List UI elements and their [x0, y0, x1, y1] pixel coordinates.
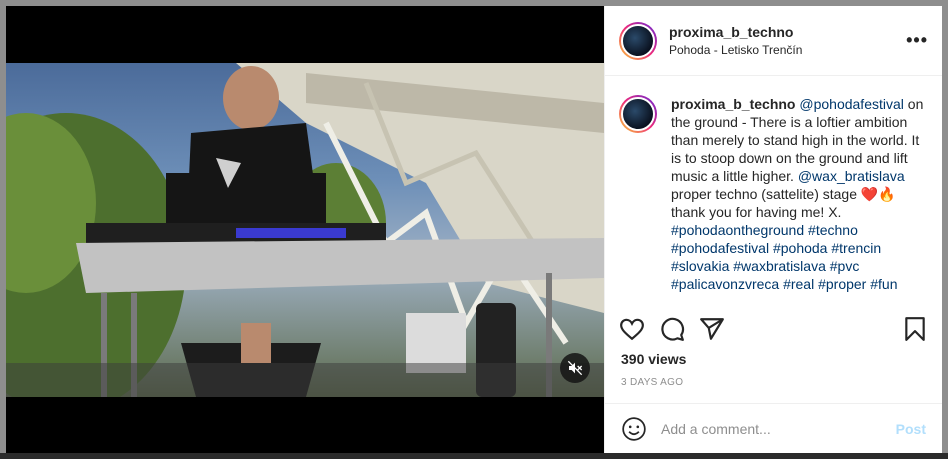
header-location[interactable]: Pohoda - Letisko Trenčín	[669, 43, 906, 57]
hashtag-link[interactable]: #pohoda	[773, 240, 828, 256]
avatar[interactable]	[619, 21, 657, 60]
post-comment-button[interactable]: Post	[896, 421, 926, 437]
bookmark-icon[interactable]	[902, 316, 928, 342]
comment-icon[interactable]	[659, 316, 685, 342]
post-header: proxima_b_techno Pohoda - Letisko Trenčí…	[605, 6, 942, 76]
video-frame	[6, 63, 604, 397]
hashtag-link[interactable]: #trencin	[831, 240, 881, 256]
mention-link[interactable]: @pohodafestival	[799, 96, 904, 112]
caption-section: proxima_b_techno @pohodafestival on the …	[605, 77, 942, 309]
media-area	[6, 6, 604, 453]
background-strip	[0, 453, 948, 459]
hashtag-link[interactable]: #pohodafestival	[671, 240, 769, 256]
header-username[interactable]: proxima_b_techno	[669, 24, 906, 40]
hashtag-link[interactable]: #proper	[818, 276, 866, 292]
action-bar	[619, 314, 928, 344]
mute-button[interactable]	[560, 353, 590, 383]
mention-link[interactable]: @wax_bratislava	[798, 168, 905, 184]
comment-input[interactable]	[661, 420, 896, 437]
hashtag-link[interactable]: #palicavonzvreca	[671, 276, 779, 292]
hashtag-link[interactable]: #fun	[870, 276, 897, 292]
hashtag-link[interactable]: #real	[783, 276, 814, 292]
heart-icon[interactable]	[619, 316, 645, 342]
hashtag-link[interactable]: #pohodaontheground	[671, 222, 804, 238]
video-player[interactable]	[6, 63, 604, 397]
paper-plane-icon[interactable]	[699, 316, 725, 342]
comment-composer: Post	[605, 403, 942, 453]
caption-username[interactable]: proxima_b_techno	[671, 96, 795, 112]
smiley-icon[interactable]	[621, 416, 647, 442]
hashtag-link[interactable]: #slovakia	[671, 258, 729, 274]
more-options-button[interactable]: •••	[906, 30, 928, 51]
caption-text-segment: proper techno (sattelite) stage ❤️🔥thank…	[671, 186, 896, 220]
post-date[interactable]: 3 DAYS AGO	[621, 377, 683, 388]
hashtag-link[interactable]: #waxbratislava	[733, 258, 826, 274]
caption-body: @pohodafestival on the ground - There is…	[671, 96, 923, 292]
post-details-panel: proxima_b_techno Pohoda - Letisko Trenčí…	[604, 6, 942, 453]
caption-avatar[interactable]	[619, 95, 657, 133]
post-modal: proxima_b_techno Pohoda - Letisko Trenčí…	[6, 6, 942, 453]
caption-text: proxima_b_techno @pohodafestival on the …	[671, 95, 928, 309]
speaker-muted-icon	[567, 360, 583, 376]
hashtag-link[interactable]: #pvc	[830, 258, 860, 274]
hashtag-link[interactable]: #techno	[808, 222, 858, 238]
view-count[interactable]: 390 views	[621, 351, 686, 367]
